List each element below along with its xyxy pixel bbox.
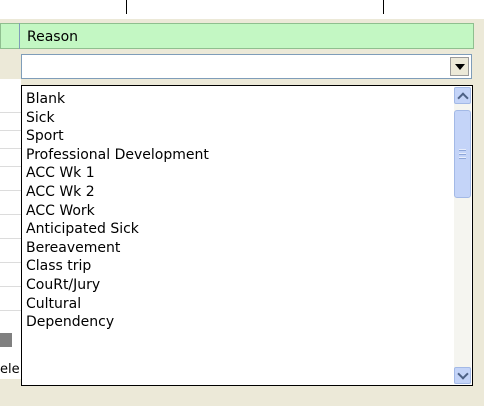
column-separator (126, 0, 127, 14)
row-marker (0, 333, 12, 347)
scroll-thumb[interactable] (454, 110, 471, 198)
dropdown-option[interactable]: Class trip (26, 257, 209, 276)
dropdown-option[interactable]: CouRt/Jury (26, 276, 209, 295)
dropdown-option[interactable]: Cultural (26, 295, 209, 314)
dropdown-option[interactable]: Blank (26, 90, 209, 109)
grip-line (459, 157, 466, 159)
grid-line (0, 286, 21, 287)
dropdown-option[interactable]: Professional Development (26, 146, 209, 165)
column-separator (383, 0, 384, 14)
header-left-cell (0, 23, 20, 49)
dropdown-option[interactable]: ACC Wk 1 (26, 164, 209, 183)
grid-line (0, 166, 21, 167)
grid-line (0, 214, 21, 215)
reason-column-header: Reason (27, 29, 79, 45)
grid-line (0, 262, 21, 263)
dropdown-option[interactable]: Anticipated Sick (26, 220, 209, 239)
reason-combo-box[interactable] (21, 54, 472, 79)
dropdown-option[interactable]: ACC Wk 2 (26, 183, 209, 202)
grid-line (0, 190, 21, 191)
grid-line (0, 238, 21, 239)
grip-line (459, 153, 466, 155)
dropdown-option[interactable]: Bereavement (26, 239, 209, 258)
top-strip (0, 0, 484, 19)
dropdown-items: Blank Sick Sport Professional Development AC… (26, 90, 209, 332)
scroll-down-icon[interactable] (454, 367, 471, 384)
grid-line (0, 112, 21, 113)
grid-line (0, 130, 21, 131)
reason-dropdown-list[interactable]: Blank Sick Sport Professional Development AC… (21, 85, 473, 386)
grid-line (0, 148, 21, 149)
dropdown-option[interactable]: Sick (26, 109, 209, 128)
grip-line (459, 149, 466, 151)
chevron-down-icon[interactable] (450, 57, 469, 76)
dropdown-option[interactable]: Sport (26, 127, 209, 146)
dropdown-option[interactable]: ACC Work (26, 202, 209, 221)
dropdown-option[interactable]: Dependency (26, 313, 209, 332)
scroll-up-icon[interactable] (454, 87, 471, 104)
dropdown-scrollbar[interactable] (454, 87, 471, 384)
grid-line (0, 310, 21, 311)
